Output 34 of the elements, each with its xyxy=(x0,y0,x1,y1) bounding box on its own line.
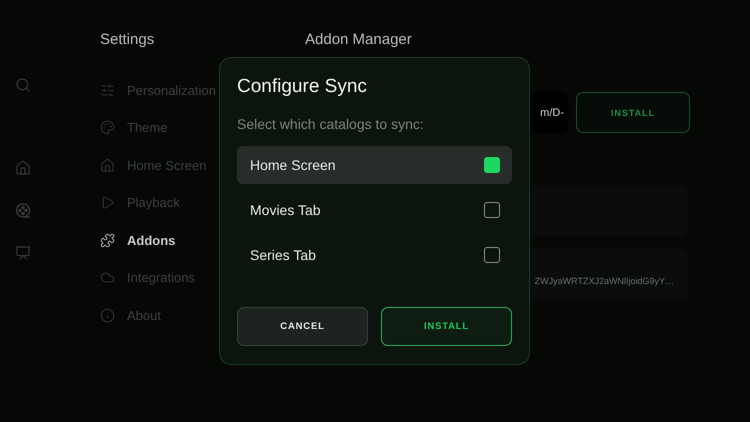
sidebar-item-label: Theme xyxy=(127,120,168,135)
catalog-option-label: Home Screen xyxy=(250,157,336,173)
home-icon xyxy=(100,158,115,172)
sidebar-item-label: Personalization xyxy=(127,82,216,98)
info-icon xyxy=(100,308,115,322)
sidebar-item-label: Addons xyxy=(127,232,176,248)
monitor-icon[interactable] xyxy=(15,245,31,261)
install-button[interactable]: INSTALL xyxy=(381,307,512,346)
sidebar-item-label: Playback xyxy=(127,195,180,210)
dialog-subtitle: Select which catalogs to sync: xyxy=(237,116,425,132)
sliders-icon xyxy=(100,82,115,98)
settings-title: Settings xyxy=(100,31,156,50)
cloud-icon xyxy=(100,270,115,285)
dialog-title: Configure Sync xyxy=(237,76,368,99)
palette-icon xyxy=(100,120,115,135)
checkbox[interactable] xyxy=(484,202,500,218)
catalog-option-label: Movies Tab xyxy=(250,202,321,218)
catalog-option-label: Series Tab xyxy=(250,247,316,263)
checkbox[interactable] xyxy=(484,157,500,173)
film-reel-icon[interactable] xyxy=(15,203,31,219)
catalog-option[interactable]: Home Screen xyxy=(237,146,512,184)
play-icon xyxy=(100,195,115,210)
cancel-button[interactable]: CANCEL xyxy=(237,307,368,346)
checkbox[interactable] xyxy=(484,247,500,263)
puzzle-icon xyxy=(100,232,115,248)
sidebar-item-label: Integrations xyxy=(127,270,195,285)
home-icon[interactable] xyxy=(15,160,31,176)
install-button[interactable]: INSTALL xyxy=(576,92,690,133)
page-title: Addon Manager xyxy=(305,31,413,50)
addon-card-text: ZWJyaWRTZXJ2aWNlIjoidG9yY… xyxy=(534,276,674,286)
sidebar-item-label: Home Screen xyxy=(127,158,206,172)
search-icon[interactable] xyxy=(15,77,31,93)
catalog-option[interactable]: Movies Tab xyxy=(237,191,512,229)
sidebar-item-label: About xyxy=(127,308,161,322)
